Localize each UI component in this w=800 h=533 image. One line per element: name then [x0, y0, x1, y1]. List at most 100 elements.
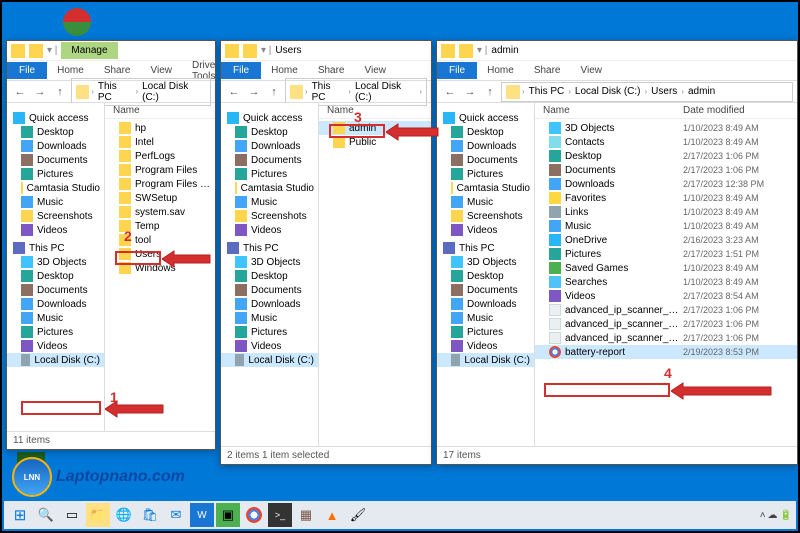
- folder-item[interactable]: Temp: [105, 219, 215, 233]
- sidebar-item[interactable]: Camtasia Studio: [437, 181, 534, 195]
- tab-view[interactable]: View: [571, 62, 613, 79]
- file-item-battery-report[interactable]: battery-report2/19/2023 8:53 PM: [535, 345, 797, 359]
- breadcrumb[interactable]: › This PC › Local Disk (C:): [71, 78, 211, 106]
- folder-item[interactable]: Program Files: [105, 163, 215, 177]
- tab-share[interactable]: Share: [524, 62, 571, 79]
- tab-file[interactable]: File: [221, 62, 261, 79]
- tab-home[interactable]: Home: [47, 62, 94, 79]
- tab-manage[interactable]: Manage: [61, 42, 117, 59]
- sidebar-item-screenshots[interactable]: Screenshots: [7, 209, 104, 223]
- vlc-button[interactable]: ▲: [320, 503, 344, 527]
- sidebar-item-local-disk[interactable]: Local Disk (C:): [221, 353, 318, 367]
- breadcrumb[interactable]: › This PC › Local Disk (C:) › Users › ad…: [501, 82, 793, 102]
- sidebar-item-local-disk[interactable]: Local Disk (C:): [7, 353, 104, 367]
- tab-share[interactable]: Share: [94, 62, 141, 79]
- file-item[interactable]: advanced_ip_scanner_MAC.bin2/17/2023 1:0…: [535, 331, 797, 345]
- tray-onedrive-icon[interactable]: ☁: [768, 510, 778, 521]
- column-date[interactable]: Date modified: [683, 105, 793, 116]
- sidebar-item[interactable]: Downloads: [221, 139, 318, 153]
- sidebar-item[interactable]: Music: [437, 195, 534, 209]
- chrome-button[interactable]: [242, 503, 266, 527]
- search-button[interactable]: 🔍: [34, 503, 58, 527]
- app-button[interactable]: ▦: [294, 503, 318, 527]
- sidebar-item-pictures[interactable]: Pictures: [7, 325, 104, 339]
- sidebar-item[interactable]: Videos: [221, 223, 318, 237]
- sidebar-item[interactable]: Downloads: [437, 297, 534, 311]
- file-item[interactable]: Documents2/17/2023 1:06 PM: [535, 163, 797, 177]
- up-button[interactable]: ↑: [51, 83, 69, 101]
- sidebar-quick-access[interactable]: Quick access: [221, 111, 318, 125]
- sidebar-this-pc[interactable]: This PC: [221, 241, 318, 255]
- sidebar-item[interactable]: Documents: [437, 283, 534, 297]
- file-item[interactable]: Favorites1/10/2023 8:49 AM: [535, 191, 797, 205]
- sidebar-item[interactable]: Camtasia Studio: [221, 181, 318, 195]
- terminal-button[interactable]: >_: [268, 503, 292, 527]
- tab-file[interactable]: File: [7, 62, 47, 79]
- sidebar-item[interactable]: Desktop: [221, 125, 318, 139]
- file-item[interactable]: Searches1/10/2023 8:49 AM: [535, 275, 797, 289]
- sidebar-item[interactable]: Videos: [437, 223, 534, 237]
- file-item[interactable]: OneDrive2/16/2023 3:23 AM: [535, 233, 797, 247]
- edge-button[interactable]: 🌐: [112, 503, 136, 527]
- tray-chevron-icon[interactable]: ˄: [760, 510, 766, 521]
- task-view-button[interactable]: ▭: [60, 503, 84, 527]
- folder-item[interactable]: Windows: [105, 261, 215, 275]
- sidebar-item[interactable]: 3D Objects: [221, 255, 318, 269]
- sidebar-item[interactable]: Music: [437, 311, 534, 325]
- file-item[interactable]: Desktop2/17/2023 1:06 PM: [535, 149, 797, 163]
- sidebar-item[interactable]: Documents: [221, 153, 318, 167]
- tab-home[interactable]: Home: [261, 62, 308, 79]
- sidebar-item[interactable]: Pictures: [437, 167, 534, 181]
- file-item[interactable]: Downloads2/17/2023 12:38 PM: [535, 177, 797, 191]
- sidebar-item-pictures[interactable]: Pictures: [7, 167, 104, 181]
- sidebar-item-videos[interactable]: Videos: [7, 223, 104, 237]
- folder-item-public[interactable]: Public: [319, 135, 431, 149]
- folder-item-users[interactable]: Users: [105, 247, 215, 261]
- sidebar-item-documents[interactable]: Documents: [7, 153, 104, 167]
- file-item[interactable]: Pictures2/17/2023 1:51 PM: [535, 247, 797, 261]
- sidebar-item[interactable]: Desktop: [437, 269, 534, 283]
- sidebar-item[interactable]: Screenshots: [437, 209, 534, 223]
- app-button[interactable]: W: [190, 503, 214, 527]
- sidebar-item[interactable]: Downloads: [221, 297, 318, 311]
- sidebar-item[interactable]: Downloads: [437, 139, 534, 153]
- sidebar-item[interactable]: Music: [221, 311, 318, 325]
- sidebar-item-music[interactable]: Music: [7, 311, 104, 325]
- sidebar-quick-access[interactable]: Quick access: [437, 111, 534, 125]
- column-headers[interactable]: Name: [105, 103, 215, 119]
- folder-item[interactable]: tool: [105, 233, 215, 247]
- sidebar-item[interactable]: Videos: [437, 339, 534, 353]
- column-name[interactable]: Name: [539, 105, 683, 116]
- file-item[interactable]: Saved Games1/10/2023 8:49 AM: [535, 261, 797, 275]
- mail-button[interactable]: ✉: [164, 503, 188, 527]
- sidebar-item-documents[interactable]: Documents: [7, 283, 104, 297]
- tab-home[interactable]: Home: [477, 62, 524, 79]
- start-button[interactable]: ⊞: [8, 503, 32, 527]
- explorer-button[interactable]: 📁: [86, 503, 110, 527]
- file-item[interactable]: Links1/10/2023 8:49 AM: [535, 205, 797, 219]
- file-item[interactable]: Contacts1/10/2023 8:49 AM: [535, 135, 797, 149]
- forward-button[interactable]: →: [461, 83, 479, 101]
- back-button[interactable]: ←: [441, 83, 459, 101]
- sidebar-item[interactable]: Pictures: [221, 167, 318, 181]
- sidebar-item[interactable]: 3D Objects: [437, 255, 534, 269]
- file-item[interactable]: Videos2/17/2023 8:54 AM: [535, 289, 797, 303]
- store-button[interactable]: 🛍: [138, 503, 162, 527]
- tray-battery-icon[interactable]: 🔋: [780, 510, 792, 521]
- forward-button[interactable]: →: [245, 83, 263, 101]
- sidebar-item[interactable]: Documents: [221, 283, 318, 297]
- tab-view[interactable]: View: [141, 62, 183, 79]
- camtasia-button[interactable]: ▣: [216, 503, 240, 527]
- desktop-icon-app[interactable]: [52, 8, 102, 38]
- sidebar-item[interactable]: Videos: [221, 339, 318, 353]
- folder-item-admin[interactable]: admin: [319, 121, 431, 135]
- sidebar-item-desktop[interactable]: Desktop: [7, 125, 104, 139]
- file-item[interactable]: advanced_ip_scanner_Comments.bin2/17/202…: [535, 317, 797, 331]
- folder-item[interactable]: system.sav: [105, 205, 215, 219]
- column-headers[interactable]: Name: [319, 103, 431, 119]
- file-item[interactable]: Music1/10/2023 8:49 AM: [535, 219, 797, 233]
- sidebar-item[interactable]: Music: [221, 195, 318, 209]
- tab-view[interactable]: View: [355, 62, 397, 79]
- forward-button[interactable]: →: [31, 83, 49, 101]
- column-name[interactable]: Name: [109, 105, 211, 116]
